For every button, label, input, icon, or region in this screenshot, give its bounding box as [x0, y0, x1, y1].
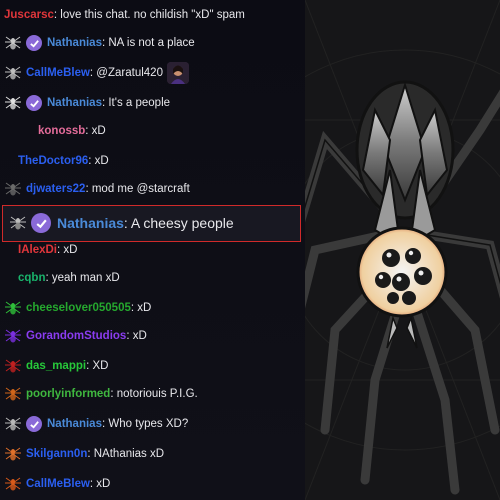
chat-message: Nathanias: Who types XD? — [0, 410, 305, 438]
chat-text: : NAthanias xD — [87, 448, 165, 460]
chat-text: : xD — [85, 125, 106, 137]
chat-username[interactable]: das_mappi — [26, 360, 86, 372]
spider-illustration — [305, 0, 500, 500]
highlighted-username[interactable]: Nathanias — [57, 215, 124, 231]
chat-text: : yeah man xD — [45, 272, 120, 284]
chat-username[interactable]: GorandomStudios — [26, 330, 126, 342]
chat-text: : notoriouis P.I.G. — [110, 388, 198, 400]
chat-username[interactable]: djwaters22 — [26, 183, 85, 195]
chat-message: TheDoctor96: xD — [0, 147, 305, 175]
highlighted-text: : A cheesy people — [123, 215, 234, 231]
spider-icon — [4, 384, 22, 404]
spider-icon — [4, 474, 22, 494]
spider-icon — [4, 63, 22, 83]
chat-username[interactable]: Juscarsc — [4, 9, 54, 21]
chat-message: djwaters22: mod me @starcraft — [0, 175, 305, 203]
verified-check-icon — [31, 213, 51, 233]
chat-message: GorandomStudios: xD — [0, 322, 305, 350]
chat-message: cqbn: yeah man xD — [0, 264, 305, 292]
chat-message: das_mappi: XD — [0, 352, 305, 380]
chat-username[interactable]: cheeselover050505 — [26, 302, 131, 314]
chat-message: konossb: xD — [0, 117, 305, 145]
chat-message: cheeselover050505: xD — [0, 294, 305, 322]
verified-check-icon — [26, 416, 42, 432]
chat-username[interactable]: Skilgann0n — [26, 448, 87, 460]
chat-text: : XD — [86, 360, 109, 372]
spider-icon — [4, 326, 22, 346]
chat-text: : mod me @starcraft — [85, 183, 190, 195]
spider-icon — [4, 179, 22, 199]
chat-username[interactable]: Nathanias — [47, 37, 102, 49]
verified-check-icon — [26, 35, 42, 51]
chat-username[interactable]: CallMeBlew — [26, 67, 90, 79]
chat-text: : xD — [126, 330, 147, 342]
spider-icon — [4, 298, 22, 318]
chat-text: : xD — [88, 155, 109, 167]
chat-username[interactable]: poorlyinformed — [26, 388, 110, 400]
chat-username[interactable]: cqbn — [18, 272, 45, 284]
chat-message: Skilgann0n: NAthanias xD — [0, 440, 305, 468]
spider-icon — [4, 356, 22, 376]
chat-text: : Who types XD? — [101, 418, 189, 430]
highlighted-message[interactable]: Nathanias : A cheesy people — [2, 205, 301, 242]
chat-message: CallMeBlew: @Zaratul420 — [0, 59, 305, 87]
chat-panel: Juscarsc: love this chat. no childish "x… — [0, 0, 305, 500]
chat-username[interactable]: Nathanias — [47, 418, 102, 430]
spider-icon — [4, 93, 22, 113]
chat-message: Nathanias: It's a people — [0, 89, 305, 117]
chat-text: : xD — [89, 478, 111, 490]
chat-message: Juscarsc: love this chat. no childish "x… — [0, 1, 305, 29]
chat-text: : It's a people — [101, 97, 171, 109]
verified-check-icon — [26, 95, 42, 111]
chat-username[interactable]: konossb — [38, 125, 85, 137]
emote-icon — [166, 62, 189, 84]
spider-icon — [9, 213, 27, 233]
stream-screen: Juscarsc: love this chat. no childish "x… — [0, 0, 500, 500]
chat-text: : love this chat. no childish "xD" spam — [53, 9, 245, 21]
chat-username[interactable]: IAlexDi — [18, 244, 57, 256]
spider-artwork — [305, 0, 500, 500]
spider-icon — [4, 33, 22, 53]
chat-text: : @Zaratul420 — [89, 67, 163, 79]
chat-username[interactable]: CallMeBlew — [26, 478, 90, 490]
chat-message: Nathanias: NA is not a place — [0, 29, 305, 57]
chat-username[interactable]: Nathanias — [47, 97, 102, 109]
chat-text: : xD — [130, 302, 152, 314]
chat-text: : NA is not a place — [101, 37, 195, 49]
chat-username[interactable]: TheDoctor96 — [18, 155, 88, 167]
chat-message: CallMeBlew: xD — [0, 470, 305, 498]
spider-icon — [4, 414, 22, 434]
chat-text: : xD — [57, 244, 78, 256]
chat-message: poorlyinformed: notoriouis P.I.G. — [0, 380, 305, 408]
spider-icon — [4, 444, 22, 464]
